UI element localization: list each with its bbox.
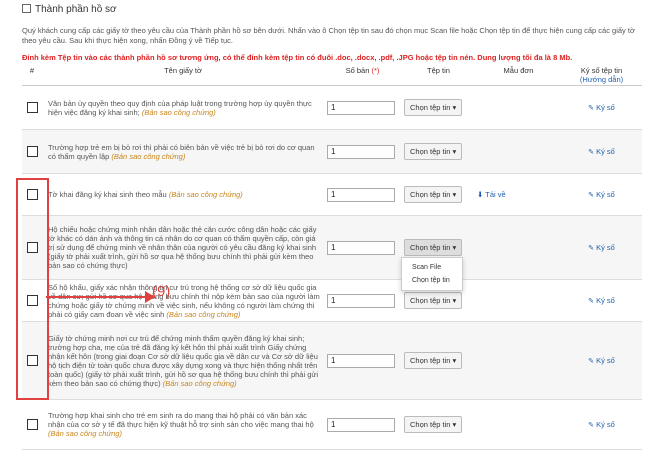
sign-link[interactable]: ✎ Ký số — [561, 173, 642, 216]
edit-icon: ✎ — [588, 104, 594, 112]
row-checkbox[interactable] — [26, 419, 38, 430]
documents-table: # Tên giấy tờ Số bản (*) Tệp tin Mẫu đơn… — [22, 64, 642, 450]
row-checkbox[interactable] — [26, 102, 38, 113]
sign-guide-link[interactable]: (Hướng dẫn) — [562, 75, 641, 84]
document-name: Giấy tờ chứng minh nơi cư trú để chứng m… — [42, 321, 324, 400]
header-doc: Tên giấy tờ — [42, 64, 324, 86]
quantity-input[interactable] — [327, 144, 395, 159]
choose-file-button[interactable]: Chọn tệp tin ▾ — [404, 186, 463, 203]
caret-down-icon: ▾ — [452, 296, 457, 305]
file-source-dropdown: Scan File Chọn tệp tin — [401, 257, 463, 291]
annotation-arrow — [46, 296, 148, 298]
document-name: Tờ khai đăng ký khai sinh theo mẫu (Bản … — [42, 173, 324, 216]
edit-icon: ✎ — [588, 148, 594, 156]
choose-file-button[interactable]: Chọn tệp tin ▾ — [404, 99, 463, 116]
dropdown-item-scan-file[interactable]: Scan File — [402, 261, 462, 274]
caret-down-icon: ▾ — [452, 420, 457, 429]
sign-link[interactable]: ✎ Ký số — [561, 399, 642, 450]
document-name: Trường hợp trẻ em bị bỏ rơi thì phải có … — [42, 129, 324, 174]
sign-link[interactable]: ✎ Ký số — [561, 321, 642, 400]
warning-text: Đính kèm Tệp tin vào các thành phần hồ s… — [22, 53, 573, 62]
choose-file-button[interactable]: Chọn tệp tin ▾ — [404, 352, 463, 369]
sign-link[interactable]: ✎ Ký số — [561, 129, 642, 174]
caret-down-icon: ▾ — [452, 243, 457, 252]
collapse-icon[interactable] — [22, 4, 31, 13]
document-name: Trường hợp khai sinh cho trẻ em sinh ra … — [42, 399, 324, 450]
quantity-input[interactable] — [327, 100, 395, 115]
quantity-input[interactable] — [327, 187, 395, 202]
download-icon: ⬇ — [477, 190, 484, 199]
header-sign: Ký số tệp tin (Hướng dẫn) — [561, 64, 642, 86]
quantity-input[interactable] — [327, 417, 395, 432]
document-name: Hộ chiếu hoặc chứng minh nhân dân hoặc t… — [42, 215, 324, 280]
choose-file-button[interactable]: Chọn tệp tin ▾ — [404, 416, 463, 433]
intro-text: Quý khách cung cấp các giấy tờ theo yêu … — [22, 26, 635, 45]
caret-down-icon: ▾ — [452, 356, 457, 365]
edit-icon: ✎ — [588, 357, 594, 365]
edit-icon: ✎ — [588, 244, 594, 252]
sign-link[interactable]: ✎ Ký số — [561, 279, 642, 322]
sign-link[interactable]: ✎ Ký số — [561, 215, 642, 280]
document-name: Văn bản ủy quyền theo quy định của pháp … — [42, 85, 324, 130]
caret-down-icon: ▾ — [452, 190, 457, 199]
section-title: Thành phần hồ sơ — [22, 4, 117, 15]
document-name: Sổ hộ khẩu, giấy xác nhận thông tin cư t… — [42, 279, 324, 322]
caret-down-icon: ▾ — [452, 103, 457, 112]
row-checkbox[interactable] — [26, 146, 38, 157]
download-template-link[interactable]: ⬇ Tải về — [476, 173, 561, 216]
quantity-input[interactable] — [327, 353, 395, 368]
dropdown-item-choose-file[interactable]: Chọn tệp tin — [402, 274, 462, 287]
edit-icon: ✎ — [588, 191, 594, 199]
choose-file-button[interactable]: Chọn tệp tin ▾ — [404, 143, 463, 160]
header-template: Mẫu đơn — [476, 64, 561, 86]
choose-file-button[interactable]: Chọn tệp tin ▾ — [404, 239, 463, 256]
header-file: Tệp tin — [401, 64, 476, 86]
sign-link[interactable]: ✎ Ký số — [561, 85, 642, 130]
quantity-input[interactable] — [327, 293, 395, 308]
header-qty: Số bản (*) — [324, 64, 401, 86]
annotation-label: (9) — [152, 283, 171, 300]
checkbox-highlight-frame — [16, 178, 49, 400]
quantity-input[interactable] — [327, 240, 395, 255]
edit-icon: ✎ — [588, 421, 594, 429]
caret-down-icon: ▾ — [452, 147, 457, 156]
edit-icon: ✎ — [588, 297, 594, 305]
choose-file-button[interactable]: Chọn tệp tin ▾ — [404, 292, 463, 309]
header-num: # — [22, 64, 42, 86]
